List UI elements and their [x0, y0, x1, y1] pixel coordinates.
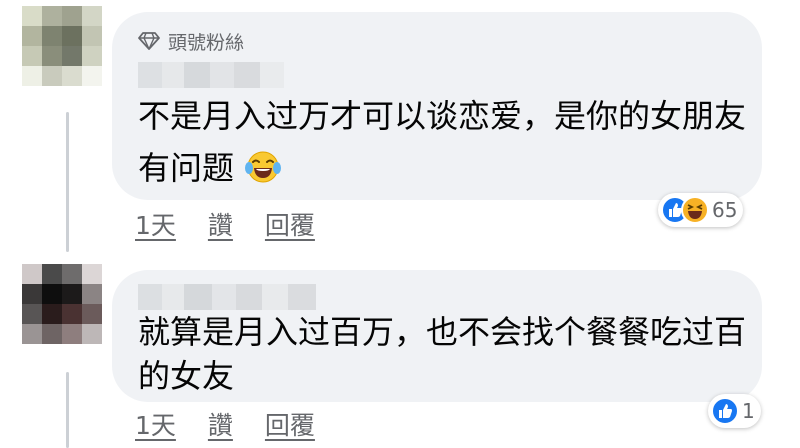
reaction-count: 65	[712, 198, 738, 222]
comment-text: 不是月入过万才可以谈恋爱，是你的女朋友有问题	[138, 97, 747, 187]
thread-line	[66, 112, 69, 252]
comment-actions: 1天 讚 回覆	[135, 406, 315, 442]
avatar[interactable]	[22, 264, 102, 344]
reply-link[interactable]: 回覆	[265, 406, 315, 442]
like-reaction-icon	[711, 397, 739, 425]
comment-actions: 1天 讚 回覆	[135, 206, 315, 242]
haha-reaction-icon	[681, 196, 709, 224]
badge-label: 頭號粉絲	[168, 31, 245, 54]
top-fan-badge[interactable]: 頭號粉絲	[138, 28, 244, 54]
reactions-summary[interactable]: 65	[658, 193, 744, 227]
thread-line	[66, 372, 69, 448]
like-link[interactable]: 讚	[208, 406, 233, 442]
timestamp-link[interactable]: 1天	[135, 206, 176, 242]
timestamp-link[interactable]: 1天	[135, 406, 176, 442]
comment-text: 就算是月入过百万，也不会找个餐餐吃过百的女友	[138, 313, 747, 395]
avatar[interactable]	[22, 6, 102, 86]
author-name-blurred[interactable]	[138, 62, 284, 88]
diamond-icon	[138, 32, 160, 50]
reactions-summary[interactable]: 1	[708, 394, 761, 428]
like-link[interactable]: 讚	[208, 206, 233, 242]
reaction-count: 1	[742, 399, 755, 423]
author-name-blurred[interactable]	[138, 284, 316, 310]
reply-link[interactable]: 回覆	[265, 206, 315, 242]
laughing-tears-emoji	[245, 151, 282, 183]
